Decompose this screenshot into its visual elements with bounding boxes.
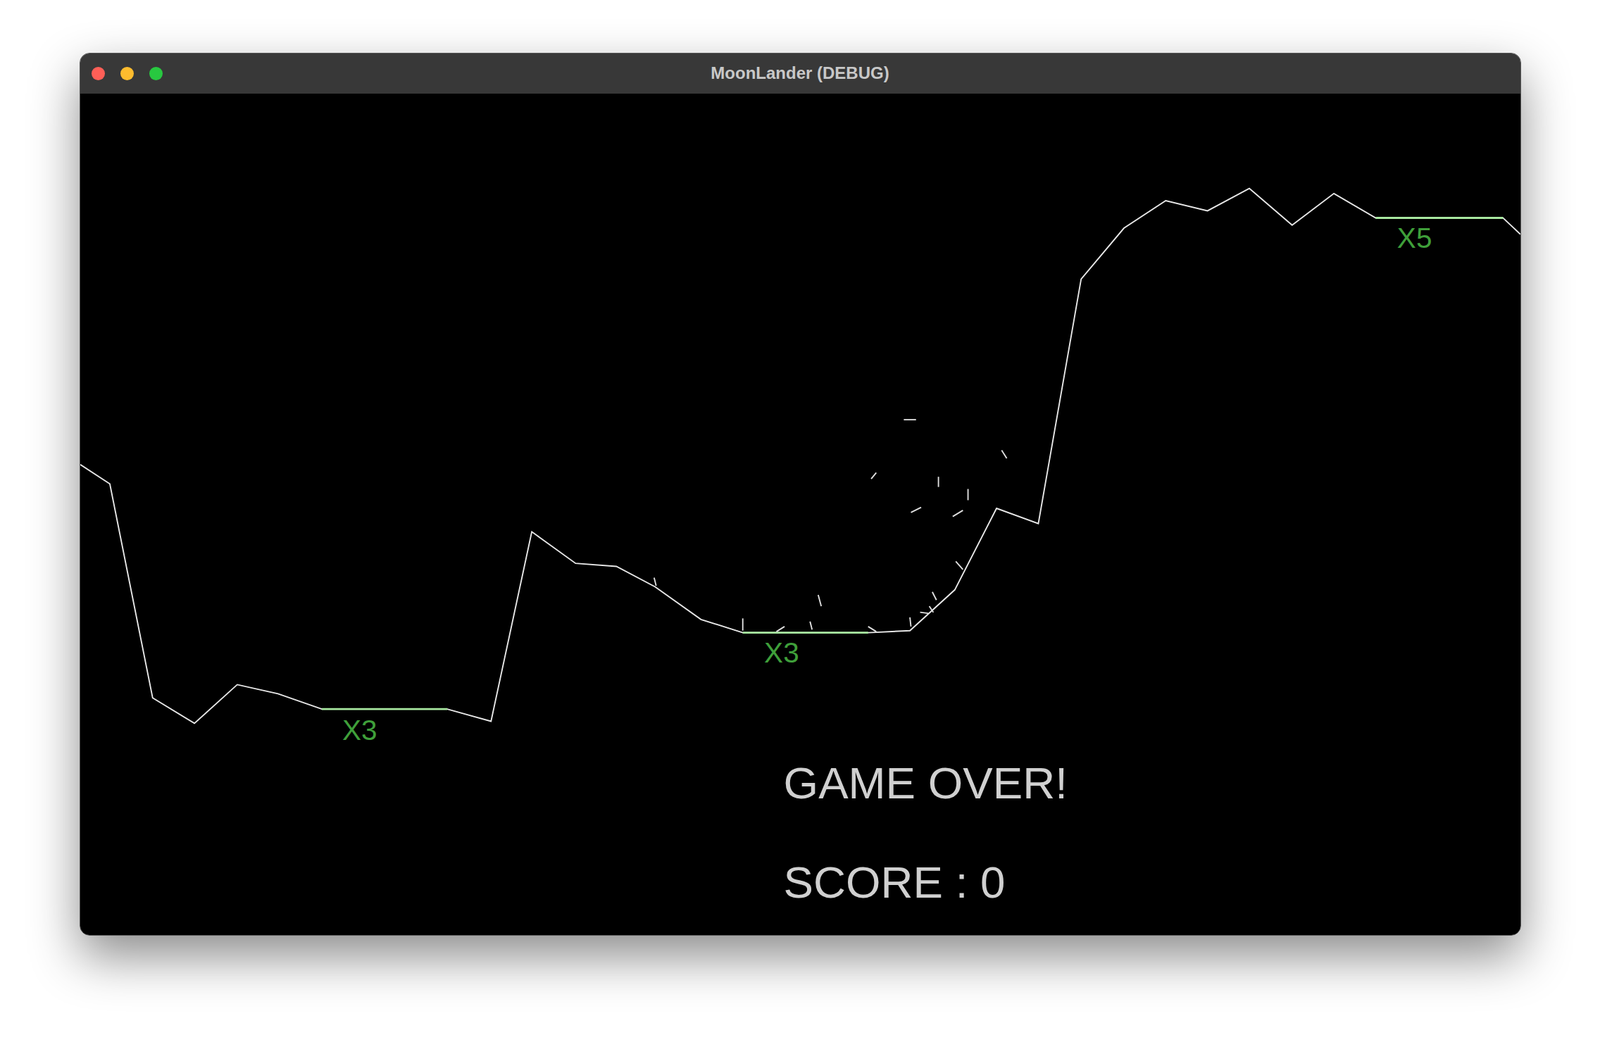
close-button[interactable] [91,66,105,81]
landing-pad: X3 [321,709,448,746]
debris [955,561,963,570]
debris [928,606,934,613]
minimize-button[interactable] [120,66,134,81]
game-scene: X3 X3 X5 GAME OVER! SCORE : 0 [80,93,1521,936]
game-canvas[interactable]: X3 X3 X5 GAME OVER! SCORE : 0 [80,93,1521,936]
title-bar[interactable]: MoonLander (DEBUG) [80,53,1521,94]
debris [903,419,916,421]
debris [1001,450,1007,459]
debris [937,476,939,487]
debris [952,509,962,517]
game-window: MoonLander (DEBUG) X3 X3 X5 GAME OVER! SCORE … [79,52,1522,936]
debris [653,577,656,586]
landing-pad: X3 [742,632,868,669]
pad-multiplier: X3 [764,635,800,669]
terrain [80,188,1521,724]
debris [741,618,743,631]
debris [966,488,969,500]
desktop: MoonLander (DEBUG) X3 X3 X5 GAME OVER! SCORE … [0,0,1600,1042]
debris [809,621,812,630]
debris [909,616,911,627]
debris [931,591,936,600]
landing-pad: X5 [1375,217,1503,254]
debris [919,611,929,613]
debris [776,626,785,631]
debris [817,595,821,607]
debris [867,626,877,631]
zoom-button[interactable] [149,66,163,81]
window-title: MoonLander (DEBUG) [710,60,889,86]
debris [910,507,921,512]
pad-multiplier: X5 [1396,221,1432,254]
game-over-text: GAME OVER! [783,757,1067,808]
pad-multiplier: X3 [341,713,377,746]
debris [871,472,877,479]
score-text: SCORE : 0 [783,856,1005,907]
